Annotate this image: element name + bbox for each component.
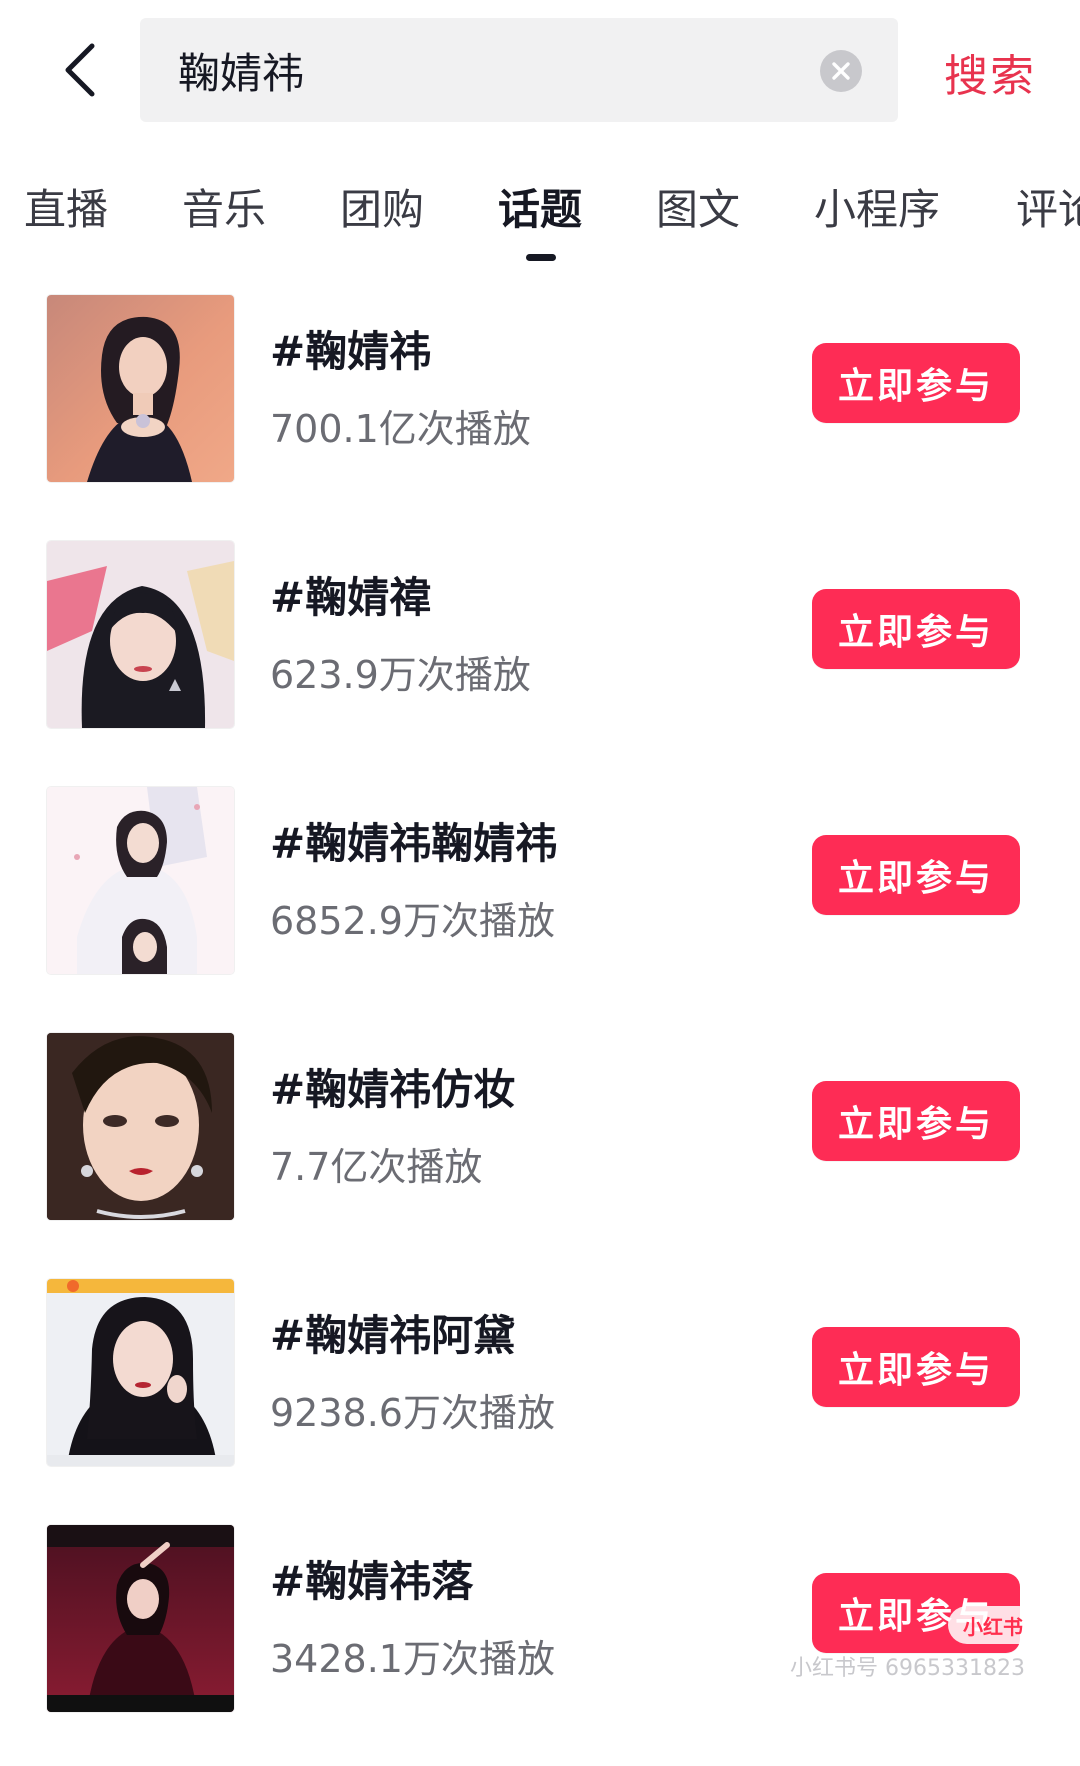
portrait-photo-icon <box>47 295 234 482</box>
topic-title: #鞠婧祎落 <box>270 1557 474 1606</box>
topic-row[interactable]: #鞠婧祎 700.1亿次播放 立即参与 <box>0 290 1080 536</box>
tab-mini-program[interactable]: 小程序 <box>814 176 940 237</box>
topic-row[interactable]: #鞠婧祎仿妆 7.7亿次播放 立即参与 <box>0 1028 1080 1274</box>
topic-title: #鞠婧祎阿黛 <box>270 1311 516 1360</box>
join-topic-button[interactable]: 立即参与 <box>812 343 1020 423</box>
topic-row[interactable]: #鞠婧禕 623.9万次播放 立即参与 <box>0 536 1080 782</box>
tab-music[interactable]: 音乐 <box>182 176 266 237</box>
topic-thumbnail[interactable] <box>47 541 234 728</box>
topic-title: #鞠婧祎仿妆 <box>270 1065 516 1114</box>
topic-title: #鞠婧祎 <box>270 327 432 376</box>
topic-thumbnail[interactable] <box>47 1525 234 1712</box>
portrait-photo-icon <box>47 541 234 728</box>
clear-search-button[interactable] <box>820 50 862 92</box>
watermark-text: 小红书号 6965331823 <box>790 1656 1025 1681</box>
topic-play-count: 9238.6万次播放 <box>270 1391 555 1435</box>
search-input[interactable] <box>178 40 738 100</box>
topic-title: #鞠婧禕 <box>270 573 432 622</box>
portrait-photo-icon <box>47 787 234 974</box>
topic-thumbnail[interactable] <box>47 1033 234 1220</box>
watermark-logo: 小红书 <box>948 1606 1038 1644</box>
portrait-photo-icon <box>47 1279 234 1466</box>
search-box[interactable] <box>140 18 898 122</box>
topic-play-count: 3428.1万次播放 <box>270 1637 555 1681</box>
topic-row[interactable]: #鞠婧祎阿黛 9238.6万次播放 立即参与 <box>0 1274 1080 1520</box>
chevron-left-icon <box>65 43 95 97</box>
topic-thumbnail[interactable] <box>47 295 234 482</box>
active-tab-indicator <box>526 254 556 261</box>
topic-row[interactable]: #鞠婧祎鞠婧祎 6852.9万次播放 立即参与 <box>0 782 1080 1028</box>
join-topic-button[interactable]: 立即参与 <box>812 1081 1020 1161</box>
topic-play-count: 7.7亿次播放 <box>270 1145 483 1189</box>
search-submit-button[interactable]: 搜索 <box>944 40 1036 104</box>
tab-image-text[interactable]: 图文 <box>656 176 740 237</box>
portrait-photo-icon <box>47 1525 234 1712</box>
topic-play-count: 623.9万次播放 <box>270 653 531 697</box>
join-topic-button[interactable]: 立即参与 <box>812 589 1020 669</box>
topic-title: #鞠婧祎鞠婧祎 <box>270 819 558 868</box>
back-button[interactable] <box>40 30 120 110</box>
topic-row[interactable]: #鞠婧祎落 3428.1万次播放 立即参与 <box>0 1520 1080 1766</box>
tab-group-buy[interactable]: 团购 <box>340 176 424 237</box>
tab-comments[interactable]: 评论 <box>1016 176 1080 237</box>
tab-topics[interactable]: 话题 <box>498 176 582 237</box>
topic-play-count: 700.1亿次播放 <box>270 407 531 451</box>
join-topic-button[interactable]: 立即参与 <box>812 835 1020 915</box>
close-icon <box>832 62 850 80</box>
tab-live[interactable]: 直播 <box>24 176 108 237</box>
category-tabs: 直播 音乐 团购 话题 图文 小程序 评论 <box>0 160 1080 270</box>
join-topic-button[interactable]: 立即参与 <box>812 1327 1020 1407</box>
portrait-photo-icon <box>47 1033 234 1220</box>
topic-thumbnail[interactable] <box>47 787 234 974</box>
search-header: 搜索 <box>0 0 1080 140</box>
topic-play-count: 6852.9万次播放 <box>270 899 555 943</box>
topic-thumbnail[interactable] <box>47 1279 234 1466</box>
